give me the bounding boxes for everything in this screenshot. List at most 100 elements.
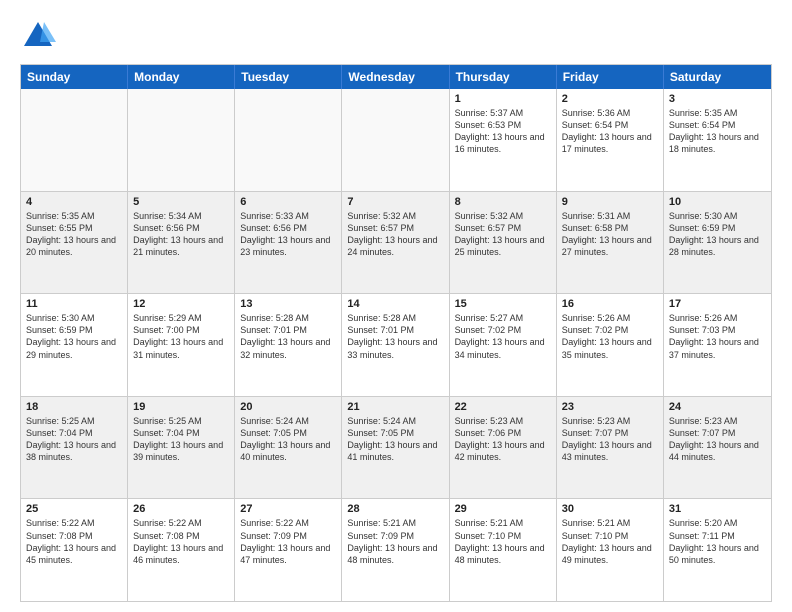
empty-cell-0-1 bbox=[128, 89, 235, 191]
day-cell-19: 19Sunrise: 5:25 AMSunset: 7:04 PMDayligh… bbox=[128, 397, 235, 499]
day-number: 13 bbox=[240, 298, 336, 310]
day-cell-27: 27 Sunrise: 5:22 AMSunset: 7:09 PMDayligh… bbox=[235, 499, 342, 601]
day-number: 7 bbox=[347, 196, 443, 208]
day-cell-21: 21 Sunrise: 5:24 AMSunset: 7:05 PMDayligh… bbox=[342, 397, 449, 499]
day-cell-11: 11 Sunrise: 5:30 AMSunset: 6:59 PMDayligh… bbox=[21, 294, 128, 396]
day-cell-15: 15 Sunrise: 5:27 AMSunset: 7:02 PMDayligh… bbox=[450, 294, 557, 396]
day-cell-1: 1 Sunrise: 5:37 AMSunset: 6:53 PMDaylight… bbox=[450, 89, 557, 191]
day-number: 28 bbox=[347, 503, 443, 515]
cell-info: Sunrise: 5:21 AMSunset: 7:10 PMDaylight:… bbox=[455, 517, 551, 566]
day-number: 6 bbox=[240, 196, 336, 208]
cell-info: Sunrise: 5:34 AMSunset: 6:56 PMDaylight:… bbox=[133, 210, 229, 259]
logo-icon bbox=[20, 18, 56, 54]
cell-info: Sunrise: 5:25 AMSunset: 7:04 PMDaylight:… bbox=[26, 415, 122, 464]
day-cell-2: 2 Sunrise: 5:36 AMSunset: 6:54 PMDaylight… bbox=[557, 89, 664, 191]
day-header-tuesday: Tuesday bbox=[235, 65, 342, 89]
calendar-header: SundayMondayTuesdayWednesdayThursdayFrid… bbox=[21, 65, 771, 89]
cell-info: Sunrise: 5:28 AMSunset: 7:01 PMDaylight:… bbox=[347, 312, 443, 361]
day-number: 27 bbox=[240, 503, 336, 515]
day-number: 29 bbox=[455, 503, 551, 515]
day-number: 14 bbox=[347, 298, 443, 310]
cell-info: Sunrise: 5:23 AMSunset: 7:07 PMDaylight:… bbox=[669, 415, 766, 464]
day-number: 30 bbox=[562, 503, 658, 515]
calendar-body: 1 Sunrise: 5:37 AMSunset: 6:53 PMDaylight… bbox=[21, 89, 771, 601]
calendar-row-1: 1 Sunrise: 5:37 AMSunset: 6:53 PMDaylight… bbox=[21, 89, 771, 191]
day-cell-8: 8 Sunrise: 5:32 AMSunset: 6:57 PMDaylight… bbox=[450, 192, 557, 294]
cell-info: Sunrise: 5:32 AMSunset: 6:57 PMDaylight:… bbox=[347, 210, 443, 259]
empty-cell-0-0 bbox=[21, 89, 128, 191]
calendar-row-3: 11 Sunrise: 5:30 AMSunset: 6:59 PMDayligh… bbox=[21, 293, 771, 396]
cell-info: Sunrise: 5:28 AMSunset: 7:01 PMDaylight:… bbox=[240, 312, 336, 361]
cell-info: Sunrise: 5:26 AMSunset: 7:02 PMDaylight:… bbox=[562, 312, 658, 361]
day-cell-25: 25Sunrise: 5:22 AMSunset: 7:08 PMDayligh… bbox=[21, 499, 128, 601]
cell-info: Sunrise: 5:26 AMSunset: 7:03 PMDaylight:… bbox=[669, 312, 766, 361]
day-cell-9: 9Sunrise: 5:31 AMSunset: 6:58 PMDaylight… bbox=[557, 192, 664, 294]
day-number: 11 bbox=[26, 298, 122, 310]
day-header-saturday: Saturday bbox=[664, 65, 771, 89]
day-header-friday: Friday bbox=[557, 65, 664, 89]
day-cell-31: 31Sunrise: 5:20 AMSunset: 7:11 PMDayligh… bbox=[664, 499, 771, 601]
calendar: SundayMondayTuesdayWednesdayThursdayFrid… bbox=[20, 64, 772, 602]
cell-info: Sunrise: 5:22 AMSunset: 7:09 PMDaylight:… bbox=[240, 517, 336, 566]
cell-info: Sunrise: 5:23 AMSunset: 7:07 PMDaylight:… bbox=[562, 415, 658, 464]
page: SundayMondayTuesdayWednesdayThursdayFrid… bbox=[0, 0, 792, 612]
day-cell-23: 23Sunrise: 5:23 AMSunset: 7:07 PMDayligh… bbox=[557, 397, 664, 499]
day-cell-29: 29 Sunrise: 5:21 AMSunset: 7:10 PMDayligh… bbox=[450, 499, 557, 601]
day-cell-18: 18 Sunrise: 5:25 AMSunset: 7:04 PMDayligh… bbox=[21, 397, 128, 499]
cell-info: Sunrise: 5:23 AMSunset: 7:06 PMDaylight:… bbox=[455, 415, 551, 464]
day-number: 4 bbox=[26, 196, 122, 208]
empty-cell-0-3 bbox=[342, 89, 449, 191]
day-number: 31 bbox=[669, 503, 766, 515]
day-number: 10 bbox=[669, 196, 766, 208]
day-header-monday: Monday bbox=[128, 65, 235, 89]
day-cell-26: 26 Sunrise: 5:22 AMSunset: 7:08 PMDayligh… bbox=[128, 499, 235, 601]
day-cell-28: 28 Sunrise: 5:21 AMSunset: 7:09 PMDayligh… bbox=[342, 499, 449, 601]
day-cell-20: 20Sunrise: 5:24 AMSunset: 7:05 PMDayligh… bbox=[235, 397, 342, 499]
day-cell-14: 14 Sunrise: 5:28 AMSunset: 7:01 PMDayligh… bbox=[342, 294, 449, 396]
cell-info: Sunrise: 5:32 AMSunset: 6:57 PMDaylight:… bbox=[455, 210, 551, 259]
day-number: 12 bbox=[133, 298, 229, 310]
day-cell-6: 6 Sunrise: 5:33 AMSunset: 6:56 PMDaylight… bbox=[235, 192, 342, 294]
cell-info: Sunrise: 5:35 AMSunset: 6:55 PMDaylight:… bbox=[26, 210, 122, 259]
day-cell-24: 24Sunrise: 5:23 AMSunset: 7:07 PMDayligh… bbox=[664, 397, 771, 499]
cell-info: Sunrise: 5:27 AMSunset: 7:02 PMDaylight:… bbox=[455, 312, 551, 361]
cell-info: Sunrise: 5:22 AMSunset: 7:08 PMDaylight:… bbox=[26, 517, 122, 566]
day-header-wednesday: Wednesday bbox=[342, 65, 449, 89]
day-cell-10: 10Sunrise: 5:30 AMSunset: 6:59 PMDayligh… bbox=[664, 192, 771, 294]
day-number: 26 bbox=[133, 503, 229, 515]
day-number: 18 bbox=[26, 401, 122, 413]
day-header-sunday: Sunday bbox=[21, 65, 128, 89]
cell-info: Sunrise: 5:30 AMSunset: 6:59 PMDaylight:… bbox=[26, 312, 122, 361]
cell-info: Sunrise: 5:36 AMSunset: 6:54 PMDaylight:… bbox=[562, 107, 658, 156]
cell-info: Sunrise: 5:37 AMSunset: 6:53 PMDaylight:… bbox=[455, 107, 551, 156]
day-cell-22: 22Sunrise: 5:23 AMSunset: 7:06 PMDayligh… bbox=[450, 397, 557, 499]
day-cell-5: 5Sunrise: 5:34 AMSunset: 6:56 PMDaylight… bbox=[128, 192, 235, 294]
day-cell-13: 13 Sunrise: 5:28 AMSunset: 7:01 PMDayligh… bbox=[235, 294, 342, 396]
day-number: 21 bbox=[347, 401, 443, 413]
logo bbox=[20, 18, 60, 54]
cell-info: Sunrise: 5:24 AMSunset: 7:05 PMDaylight:… bbox=[347, 415, 443, 464]
day-cell-3: 3Sunrise: 5:35 AMSunset: 6:54 PMDaylight… bbox=[664, 89, 771, 191]
day-cell-17: 17 Sunrise: 5:26 AMSunset: 7:03 PMDayligh… bbox=[664, 294, 771, 396]
day-cell-16: 16 Sunrise: 5:26 AMSunset: 7:02 PMDayligh… bbox=[557, 294, 664, 396]
cell-info: Sunrise: 5:31 AMSunset: 6:58 PMDaylight:… bbox=[562, 210, 658, 259]
cell-info: Sunrise: 5:33 AMSunset: 6:56 PMDaylight:… bbox=[240, 210, 336, 259]
day-number: 15 bbox=[455, 298, 551, 310]
day-number: 17 bbox=[669, 298, 766, 310]
day-number: 20 bbox=[240, 401, 336, 413]
header bbox=[20, 18, 772, 54]
cell-info: Sunrise: 5:35 AMSunset: 6:54 PMDaylight:… bbox=[669, 107, 766, 156]
empty-cell-0-2 bbox=[235, 89, 342, 191]
day-number: 1 bbox=[455, 93, 551, 105]
day-number: 2 bbox=[562, 93, 658, 105]
calendar-row-5: 25Sunrise: 5:22 AMSunset: 7:08 PMDayligh… bbox=[21, 498, 771, 601]
day-number: 16 bbox=[562, 298, 658, 310]
day-number: 8 bbox=[455, 196, 551, 208]
day-cell-30: 30Sunrise: 5:21 AMSunset: 7:10 PMDayligh… bbox=[557, 499, 664, 601]
cell-info: Sunrise: 5:21 AMSunset: 7:09 PMDaylight:… bbox=[347, 517, 443, 566]
cell-info: Sunrise: 5:22 AMSunset: 7:08 PMDaylight:… bbox=[133, 517, 229, 566]
cell-info: Sunrise: 5:29 AMSunset: 7:00 PMDaylight:… bbox=[133, 312, 229, 361]
cell-info: Sunrise: 5:25 AMSunset: 7:04 PMDaylight:… bbox=[133, 415, 229, 464]
calendar-row-2: 4 Sunrise: 5:35 AMSunset: 6:55 PMDaylight… bbox=[21, 191, 771, 294]
day-cell-12: 12 Sunrise: 5:29 AMSunset: 7:00 PMDayligh… bbox=[128, 294, 235, 396]
